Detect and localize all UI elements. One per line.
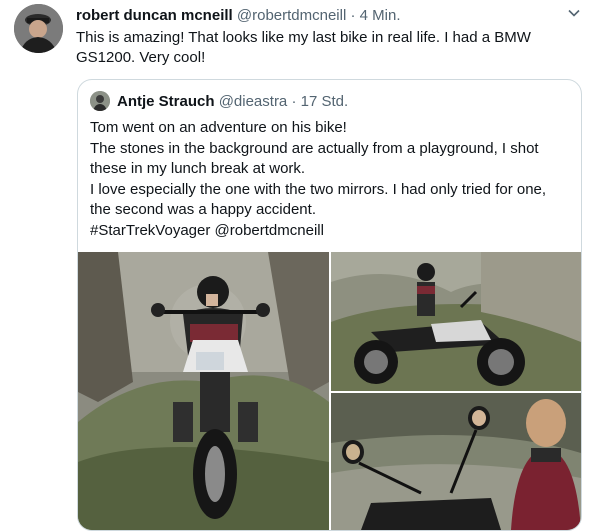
quote-header: Antje Strauch @dieastra · 17 Std. <box>117 92 348 112</box>
quote-author-name[interactable]: Antje Strauch <box>117 93 215 110</box>
separator-dot: · <box>291 93 297 110</box>
chevron-down-icon[interactable] <box>567 6 581 20</box>
photo-bike-side[interactable] <box>331 252 581 391</box>
photo-bike-front[interactable] <box>78 252 329 530</box>
quote-text-line: The stones in the background are actuall… <box>90 139 539 157</box>
tweet-time[interactable]: 4 Min. <box>360 7 401 24</box>
quote-text-line: the second was a happy accident. <box>90 201 316 218</box>
quoted-tweet[interactable]: Antje Strauch @dieastra · 17 Std. Tom we… <box>77 79 582 531</box>
author-handle[interactable]: @robertdmcneill <box>237 7 346 24</box>
photo-bike-mirrors[interactable] <box>331 393 581 530</box>
tweet-header: robert duncan mcneill @robertdmcneill · … <box>76 6 560 26</box>
quote-text-line: I love especially the one with the two m… <box>90 180 547 198</box>
quote-author-handle[interactable]: @dieastra <box>219 93 288 110</box>
author-name[interactable]: robert duncan mcneill <box>76 7 233 24</box>
quote-time[interactable]: 17 Std. <box>301 93 349 110</box>
author-avatar[interactable] <box>14 4 63 53</box>
quote-text-line: #StarTrekVoyager @robertdmcneill <box>90 221 324 239</box>
separator-dot: · <box>350 7 356 24</box>
tweet-text: This is amazing! That looks like my last… <box>76 29 531 66</box>
quote-author-avatar[interactable] <box>90 91 110 111</box>
quote-text-line: these in my lunch break at work. <box>90 160 306 177</box>
quote-text: Tom went on an adventure on his bike! Th… <box>90 118 570 241</box>
quote-text-line: Tom went on an adventure on his bike! <box>90 119 347 136</box>
